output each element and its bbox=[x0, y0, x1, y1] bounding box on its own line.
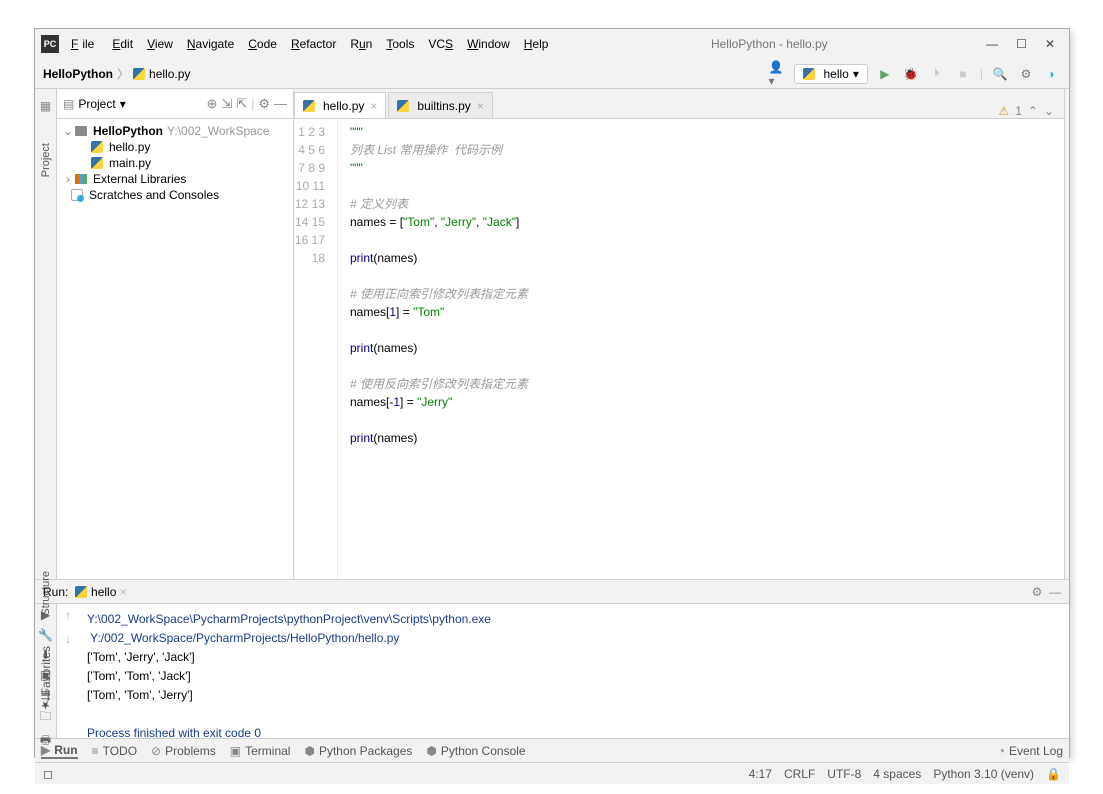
status-le[interactable]: CRLF bbox=[784, 767, 815, 781]
tab-favorites[interactable]: ★ Favorites bbox=[39, 646, 53, 711]
menu-tools[interactable]: Tools bbox=[382, 35, 418, 53]
close-tab-icon[interactable]: × bbox=[370, 99, 377, 113]
menu-help[interactable]: Help bbox=[520, 35, 553, 53]
breadcrumb-project[interactable]: HelloPython bbox=[43, 67, 113, 81]
codewithme-icon[interactable]: ◗ bbox=[1043, 65, 1061, 83]
breadcrumb-file[interactable]: hello.py bbox=[149, 67, 190, 81]
python-icon bbox=[803, 68, 815, 80]
menu-window[interactable]: Window bbox=[463, 35, 514, 53]
prev-highlight-icon[interactable]: ⌃ bbox=[1028, 104, 1038, 118]
tree-file[interactable]: main.py bbox=[57, 155, 293, 171]
menu-code[interactable]: Code bbox=[244, 35, 281, 53]
down-arrow-icon[interactable]: ↓ bbox=[65, 632, 71, 646]
search-icon[interactable]: 🔍 bbox=[991, 65, 1009, 83]
status-indent[interactable]: 4 spaces bbox=[873, 767, 921, 781]
status-bar: ◻ 4:17 CRLF UTF-8 4 spaces Python 3.10 (… bbox=[35, 762, 1069, 784]
close-icon[interactable]: ✕ bbox=[1045, 37, 1055, 51]
panel-settings-icon[interactable]: ⚙ bbox=[258, 96, 270, 112]
warning-icon[interactable]: ⚠ bbox=[998, 104, 1009, 118]
source-code[interactable]: """ 列表 List 常用操作 代码示例 """ # 定义列表 names =… bbox=[338, 119, 1064, 579]
line-gutter: 1 2 3 4 5 6 7 8 9 10 11 12 13 14 15 16 1… bbox=[294, 119, 338, 579]
menu-edit[interactable]: Edit bbox=[108, 35, 137, 53]
close-tab-icon[interactable]: × bbox=[477, 99, 484, 113]
chevron-down-icon: ▾ bbox=[853, 67, 859, 81]
menu-refactor[interactable]: Refactor bbox=[287, 35, 340, 53]
console-output[interactable]: Y:\002_WorkSpace\PycharmProjects\pythonP… bbox=[79, 604, 1069, 738]
menubar: File Edit View Navigate Code Refactor Ru… bbox=[67, 35, 552, 53]
tab-hello[interactable]: hello.py× bbox=[294, 92, 386, 118]
debug-button[interactable]: 🐞 bbox=[902, 65, 920, 83]
stop-button[interactable]: ■ bbox=[954, 65, 972, 83]
status-square-icon[interactable]: ◻ bbox=[43, 767, 53, 781]
bottom-eventlog[interactable]: ◔Event Log bbox=[998, 744, 1063, 758]
expand-all-icon[interactable]: ⇲ bbox=[221, 96, 232, 112]
status-pos[interactable]: 4:17 bbox=[749, 767, 772, 781]
tree-ext-libs[interactable]: ›External Libraries bbox=[57, 171, 293, 187]
user-icon[interactable]: 👤▾ bbox=[768, 65, 786, 83]
run-settings-icon[interactable]: ⚙ bbox=[1032, 585, 1043, 599]
project-panel: ▤ Project ▾ ⊕ ⇲ ⇱ | ⚙ — ⌄HelloPythonY:\0… bbox=[57, 89, 294, 579]
minimize-icon[interactable]: — bbox=[986, 37, 998, 51]
menu-view[interactable]: View bbox=[143, 35, 177, 53]
menu-navigate[interactable]: Navigate bbox=[183, 35, 238, 53]
status-enc[interactable]: UTF-8 bbox=[827, 767, 861, 781]
tab-project[interactable]: Project bbox=[40, 143, 52, 177]
window-title: HelloPython - hello.py bbox=[552, 37, 986, 51]
run-tab[interactable]: hello bbox=[91, 585, 116, 599]
up-arrow-icon[interactable]: ↑ bbox=[65, 608, 71, 622]
warning-count: 1 bbox=[1015, 104, 1022, 118]
tab-structure[interactable]: Structure bbox=[40, 571, 52, 616]
close-run-tab-icon[interactable]: × bbox=[120, 585, 127, 599]
run-config-label: hello bbox=[823, 67, 848, 81]
bottom-pyconsole[interactable]: ⬢Python Console bbox=[426, 744, 525, 758]
collapse-all-icon[interactable]: ⇱ bbox=[236, 96, 247, 112]
python-file-icon bbox=[133, 68, 145, 80]
titlebar: PC File Edit View Navigate Code Refactor… bbox=[35, 29, 1069, 59]
settings-icon[interactable]: ⚙ bbox=[1017, 65, 1035, 83]
bottom-run[interactable]: ▶Run bbox=[41, 743, 78, 759]
select-opened-icon[interactable]: ⊕ bbox=[207, 96, 218, 112]
menu-file[interactable]: File bbox=[67, 35, 102, 53]
app-icon: PC bbox=[41, 35, 59, 53]
run-panel: Run: hello × ⚙ — ▶ 🔧 ⬇ ▣ ⇶ 🗀 🖶 ↑ ↓ Y:\00… bbox=[35, 579, 1069, 738]
lock-icon[interactable]: 🔒 bbox=[1046, 767, 1061, 781]
coverage-button[interactable]: ⏵ bbox=[928, 65, 946, 83]
menu-vcs[interactable]: VCS bbox=[424, 35, 457, 53]
tree-file[interactable]: hello.py bbox=[57, 139, 293, 155]
tree-root[interactable]: ⌄HelloPythonY:\002_WorkSpace bbox=[57, 123, 293, 139]
hide-panel-icon[interactable]: — bbox=[274, 96, 287, 111]
tab-builtins[interactable]: builtins.py× bbox=[388, 92, 492, 118]
bottom-terminal[interactable]: ▣Terminal bbox=[230, 744, 291, 758]
bottom-problems[interactable]: ⊘Problems bbox=[151, 744, 216, 758]
next-highlight-icon[interactable]: ⌄ bbox=[1044, 104, 1054, 118]
tree-scratches[interactable]: Scratches and Consoles bbox=[57, 187, 293, 203]
project-tree: ⌄HelloPythonY:\002_WorkSpace hello.py ma… bbox=[57, 119, 293, 207]
run-button[interactable]: ▶ bbox=[876, 65, 894, 83]
editor-tabs: hello.py× builtins.py× ⚠ 1 ⌃ ⌄ bbox=[294, 89, 1064, 119]
code-area[interactable]: 1 2 3 4 5 6 7 8 9 10 11 12 13 14 15 16 1… bbox=[294, 119, 1064, 579]
editor: hello.py× builtins.py× ⚠ 1 ⌃ ⌄ 1 2 3 4 5 … bbox=[294, 89, 1064, 579]
status-sdk[interactable]: Python 3.10 (venv) bbox=[933, 767, 1034, 781]
run-config-selector[interactable]: hello ▾ bbox=[794, 64, 867, 84]
bottom-todo[interactable]: ≡TODO bbox=[92, 744, 137, 758]
bottom-pypkg[interactable]: ⬢Python Packages bbox=[304, 744, 412, 758]
project-panel-title: Project bbox=[78, 97, 115, 111]
navigation-bar: HelloPython 〉 hello.py 👤▾ hello ▾ ▶ 🐞 ⏵ … bbox=[35, 59, 1069, 89]
hide-run-icon[interactable]: — bbox=[1049, 585, 1061, 599]
maximize-icon[interactable]: ☐ bbox=[1016, 37, 1027, 51]
sidebar-square-icon[interactable]: ▦ bbox=[40, 99, 51, 113]
menu-run[interactable]: Run bbox=[346, 35, 376, 53]
